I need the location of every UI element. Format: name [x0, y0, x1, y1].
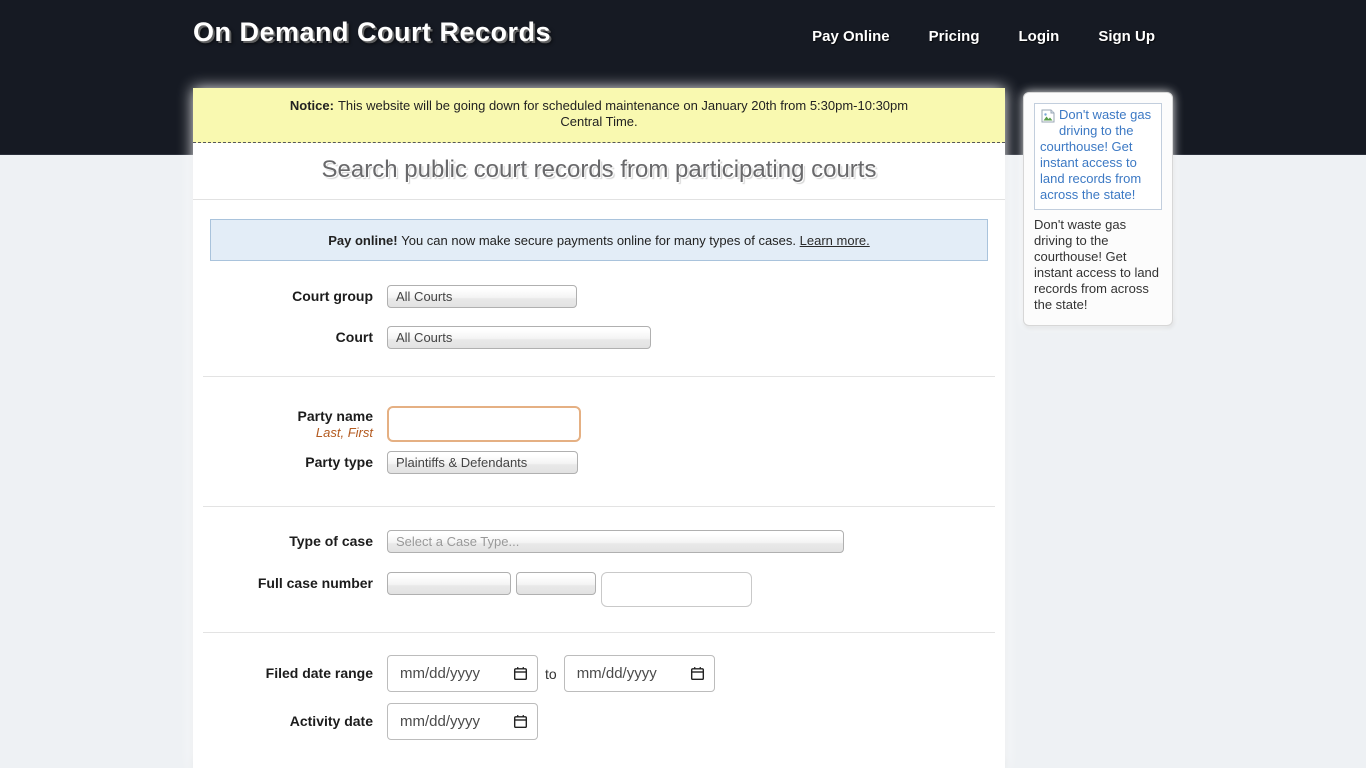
filed-date-range-row: Filed date range mm/dd/yyyy to mm/dd/yyy…: [193, 655, 1005, 692]
court-select[interactable]: All Courts: [387, 326, 651, 349]
page-title: Search public court records from partici…: [193, 143, 1005, 200]
site-title: On Demand Court Records: [193, 17, 551, 48]
broken-image-icon: [1040, 108, 1056, 124]
section-divider: [203, 506, 995, 507]
search-form: Court group All Courts Court All Courts …: [193, 285, 1005, 740]
learn-more-link[interactable]: Learn more.: [800, 233, 870, 248]
section-divider: [203, 376, 995, 377]
sidebar-ad-card: Don't waste gas driving to the courthous…: [1023, 92, 1173, 326]
filed-start-date-input[interactable]: mm/dd/yyyy: [387, 655, 538, 692]
case-number-label: Full case number: [193, 572, 373, 591]
filed-end-date-input[interactable]: mm/dd/yyyy: [564, 655, 715, 692]
case-number-row: Full case number: [193, 572, 1005, 607]
party-name-label-block: Party name Last, First: [193, 409, 373, 440]
case-type-row: Type of case Select a Case Type...: [193, 530, 1005, 553]
party-name-hint: Last, First: [193, 425, 373, 440]
main-panel: Notice: This website will be going down f…: [193, 88, 1005, 768]
pay-online-banner-bold: Pay online!: [328, 233, 397, 248]
case-number-part1-select[interactable]: [387, 572, 511, 595]
activity-date-input[interactable]: mm/dd/yyyy: [387, 703, 538, 740]
filed-start-date-placeholder: mm/dd/yyyy: [400, 665, 480, 682]
nav-login[interactable]: Login: [1019, 28, 1060, 45]
case-type-label: Type of case: [193, 534, 373, 549]
party-name-label: Party name: [193, 409, 373, 424]
party-name-row: Party name Last, First: [193, 406, 1005, 442]
case-number-part3-input[interactable]: [601, 572, 752, 607]
nav-pay-online[interactable]: Pay Online: [812, 28, 890, 45]
ad-alt-text: Don't waste gas driving to the courthous…: [1040, 107, 1151, 202]
party-type-row: Party type Plaintiffs & Defendants: [193, 451, 1005, 474]
party-type-value: Plaintiffs & Defendants: [396, 455, 527, 470]
court-group-select[interactable]: All Courts: [387, 285, 577, 308]
case-number-part2-select[interactable]: [516, 572, 596, 595]
pay-online-banner-text: You can now make secure payments online …: [401, 233, 796, 248]
court-row: Court All Courts: [193, 326, 1005, 349]
section-divider: [203, 632, 995, 633]
nav-pricing[interactable]: Pricing: [929, 28, 980, 45]
party-type-select[interactable]: Plaintiffs & Defendants: [387, 451, 578, 474]
calendar-icon[interactable]: [513, 666, 528, 681]
calendar-icon[interactable]: [690, 666, 705, 681]
activity-date-label: Activity date: [193, 714, 373, 729]
date-range-to-label: to: [545, 666, 557, 682]
ad-caption: Don't waste gas driving to the courthous…: [1034, 217, 1162, 313]
ad-image-link[interactable]: Don't waste gas driving to the courthous…: [1034, 103, 1162, 210]
nav-sign-up[interactable]: Sign Up: [1098, 28, 1155, 45]
notice-body: This website will be going down for sche…: [338, 98, 908, 129]
court-group-label: Court group: [193, 289, 373, 304]
party-name-input[interactable]: [387, 406, 581, 442]
filed-date-range-label: Filed date range: [193, 666, 373, 681]
calendar-icon[interactable]: [513, 714, 528, 729]
court-label: Court: [193, 330, 373, 345]
activity-date-placeholder: mm/dd/yyyy: [400, 713, 480, 730]
maintenance-notice: Notice: This website will be going down f…: [193, 88, 1005, 143]
activity-date-row: Activity date mm/dd/yyyy: [193, 703, 1005, 740]
maintenance-notice-text: Notice: This website will be going down f…: [269, 98, 929, 130]
court-group-value: All Courts: [396, 289, 452, 304]
notice-label: Notice:: [290, 98, 334, 113]
court-value: All Courts: [396, 330, 452, 345]
court-group-row: Court group All Courts: [193, 285, 1005, 308]
pay-online-banner: Pay online! You can now make secure paym…: [210, 219, 988, 261]
case-type-select[interactable]: Select a Case Type...: [387, 530, 844, 553]
case-type-placeholder: Select a Case Type...: [396, 534, 519, 549]
party-type-label: Party type: [193, 455, 373, 470]
filed-end-date-placeholder: mm/dd/yyyy: [577, 665, 657, 682]
main-nav: Pay Online Pricing Login Sign Up: [812, 28, 1155, 45]
